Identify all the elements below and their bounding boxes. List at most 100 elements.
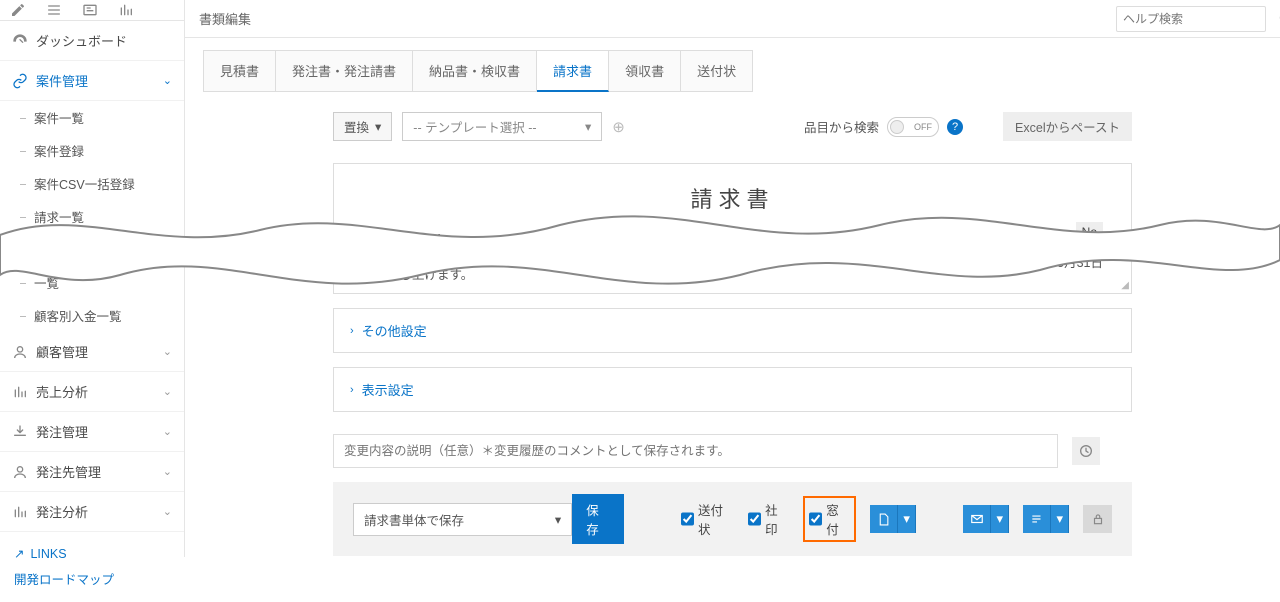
document-preview: 請求書 No 9年05月31日 boardソリ 請求申し上げます。 ◢ — [333, 163, 1132, 294]
checkbox-cover-letter[interactable]: 送付状 — [681, 500, 734, 538]
sidebar-item-case-mgmt[interactable]: 案件管理 ⌄ — [0, 61, 184, 101]
checkbox-seal[interactable]: 社印 — [748, 500, 789, 538]
caret-down-icon: ▾ — [585, 119, 591, 134]
sidebar-label: 発注分析 — [36, 502, 88, 521]
sidebar-sub-item[interactable]: 一覧 — [0, 266, 184, 299]
chevron-down-icon: ⌄ — [163, 74, 172, 87]
tab-receipt[interactable]: 領収書 — [609, 51, 681, 91]
sidebar-label: 発注管理 — [36, 422, 88, 441]
tab-order[interactable]: 発注書・発注請書 — [276, 51, 413, 91]
caret-down-icon: ▾ — [555, 512, 561, 527]
accordion-label: その他設定 — [362, 321, 427, 340]
footer-link-label: LINKS — [30, 547, 66, 561]
doc-message: 請求申し上げます。 — [362, 264, 1103, 283]
resize-handle-icon[interactable]: ◢ — [1121, 280, 1129, 291]
checkbox-label: 社印 — [765, 500, 789, 538]
accordion-label: 表示設定 — [362, 380, 414, 399]
user-icon — [12, 464, 28, 480]
user-icon — [12, 344, 28, 360]
sidebar-item-supplier-mgmt[interactable]: 発注先管理 ⌄ — [0, 452, 184, 492]
replace-label: 置換 — [344, 117, 369, 136]
history-button[interactable] — [1072, 437, 1100, 465]
help-search-input[interactable] — [1123, 12, 1278, 26]
chevron-down-icon: ⌄ — [163, 345, 172, 358]
chevron-down-icon: ⌄ — [163, 385, 172, 398]
pencil-icon[interactable] — [8, 0, 28, 20]
bars-icon — [12, 384, 28, 400]
tab-cover[interactable]: 送付状 — [681, 51, 752, 91]
doc-number: No — [1076, 222, 1103, 242]
sidebar-label: 案件管理 — [36, 71, 88, 90]
accordion-other-settings[interactable]: › その他設定 — [333, 308, 1132, 353]
send-action-dropdown[interactable]: ▾ — [1051, 505, 1069, 533]
link-icon — [12, 73, 28, 89]
sidebar-item-sales-analysis[interactable]: 売上分析 ⌄ — [0, 372, 184, 412]
send-action-button[interactable] — [1023, 505, 1051, 533]
sidebar-item-customer-mgmt[interactable]: 顧客管理 ⌄ — [0, 332, 184, 372]
accordion-display-settings[interactable]: › 表示設定 — [333, 367, 1132, 412]
caret-down-icon: ▾ — [375, 119, 381, 134]
change-description-input[interactable] — [333, 434, 1058, 468]
save-button[interactable]: 保存 — [572, 494, 624, 544]
checkbox-windowed[interactable]: 窓付 — [809, 500, 850, 538]
sidebar-sub-item[interactable]: 案件CSV一括登録 — [0, 167, 184, 200]
sidebar-label: 売上分析 — [36, 382, 88, 401]
lock-button[interactable] — [1083, 505, 1112, 533]
list-icon[interactable] — [44, 0, 64, 20]
page-title: 書類編集 — [199, 9, 251, 28]
save-scope-select[interactable]: 請求書単体で保存 ▾ — [353, 503, 572, 536]
chevron-right-icon: › — [350, 384, 354, 396]
document-action-dropdown[interactable]: ▾ — [898, 505, 916, 533]
chart-icon[interactable] — [116, 0, 136, 20]
chevron-down-icon: ⌄ — [163, 465, 172, 478]
sidebar-sub-item[interactable]: 合計 — [0, 233, 184, 266]
footer-links[interactable]: ↗ LINKS — [14, 542, 170, 565]
template-select[interactable]: -- テンプレート選択 -- ▾ — [402, 112, 602, 141]
checkbox-input[interactable] — [809, 512, 822, 526]
sidebar-label: 顧客管理 — [36, 342, 88, 361]
help-icon[interactable]: ? — [947, 119, 963, 135]
sidebar-label: 発注先管理 — [36, 462, 101, 481]
template-placeholder: -- テンプレート選択 -- — [413, 117, 536, 136]
chevron-right-icon: › — [350, 325, 354, 337]
card-icon[interactable] — [80, 0, 100, 20]
export-icon — [12, 424, 28, 440]
sidebar-item-order-analysis[interactable]: 発注分析 ⌄ — [0, 492, 184, 532]
external-icon: ↗ — [14, 546, 24, 561]
add-template-icon[interactable]: ⊕ — [612, 118, 625, 136]
checkbox-label: 送付状 — [698, 500, 734, 538]
sidebar-sub-item[interactable]: 案件登録 — [0, 134, 184, 167]
item-search-toggle[interactable]: OFF — [887, 117, 939, 137]
sidebar-label: ダッシュボード — [36, 31, 127, 50]
sidebar-item-dashboard[interactable]: ダッシュボード — [0, 21, 184, 61]
chevron-down-icon: ⌄ — [163, 505, 172, 518]
sidebar-sub-item[interactable]: 案件一覧 — [0, 101, 184, 134]
doc-tabs: 見積書 発注書・発注請書 納品書・検収書 請求書 領収書 送付状 — [203, 50, 753, 92]
replace-dropdown[interactable]: 置換 ▾ — [333, 112, 392, 141]
mail-action-button[interactable] — [963, 505, 991, 533]
help-search[interactable] — [1116, 6, 1266, 32]
sidebar-sub-item[interactable]: 請求一覧 — [0, 200, 184, 233]
chevron-down-icon: ⌄ — [163, 425, 172, 438]
toggle-text: OFF — [914, 122, 932, 132]
doc-title: 請求書 — [362, 182, 1103, 214]
tab-invoice[interactable]: 請求書 — [537, 51, 609, 92]
mail-action-dropdown[interactable]: ▾ — [991, 505, 1009, 533]
footer-roadmap[interactable]: 開発ロードマップ — [14, 565, 170, 592]
tab-quote[interactable]: 見積書 — [204, 51, 276, 91]
sidebar-item-order-mgmt[interactable]: 発注管理 ⌄ — [0, 412, 184, 452]
gauge-icon — [12, 33, 28, 49]
bars-icon — [12, 504, 28, 520]
document-action-button[interactable] — [870, 505, 898, 533]
excel-paste-button[interactable]: Excelからペースト — [1003, 112, 1132, 141]
checkbox-input[interactable] — [681, 512, 694, 526]
sidebar-sub-item[interactable]: 顧客別入金一覧 — [0, 299, 184, 332]
checkbox-label: 窓付 — [826, 500, 850, 538]
doc-date: 9年05月31日 — [1031, 252, 1103, 271]
save-scope-label: 請求書単体で保存 — [364, 510, 464, 529]
checkbox-input[interactable] — [748, 512, 761, 526]
tab-delivery[interactable]: 納品書・検収書 — [413, 51, 537, 91]
doc-company: boardソリ — [362, 228, 1103, 254]
footer-link-label: 開発ロードマップ — [14, 569, 114, 588]
item-search-label: 品目から検索 — [804, 117, 879, 136]
